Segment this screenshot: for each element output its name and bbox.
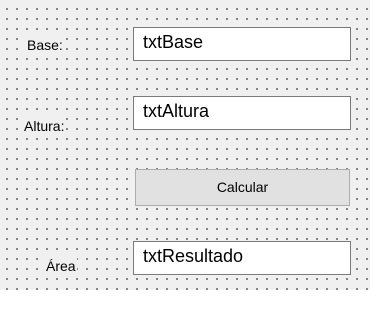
label-altura: Altura:	[23, 117, 66, 135]
textbox-resultado[interactable]: txtResultado	[133, 241, 351, 275]
calcular-button[interactable]: Calcular	[135, 169, 350, 206]
label-area: Área	[45, 257, 77, 275]
textbox-altura[interactable]: txtAltura	[133, 96, 351, 130]
designer-form-surface: Base: txtBase Altura: txtAltura Calcular…	[0, 0, 370, 290]
label-base: Base:	[26, 36, 64, 54]
textbox-base[interactable]: txtBase	[133, 27, 351, 61]
